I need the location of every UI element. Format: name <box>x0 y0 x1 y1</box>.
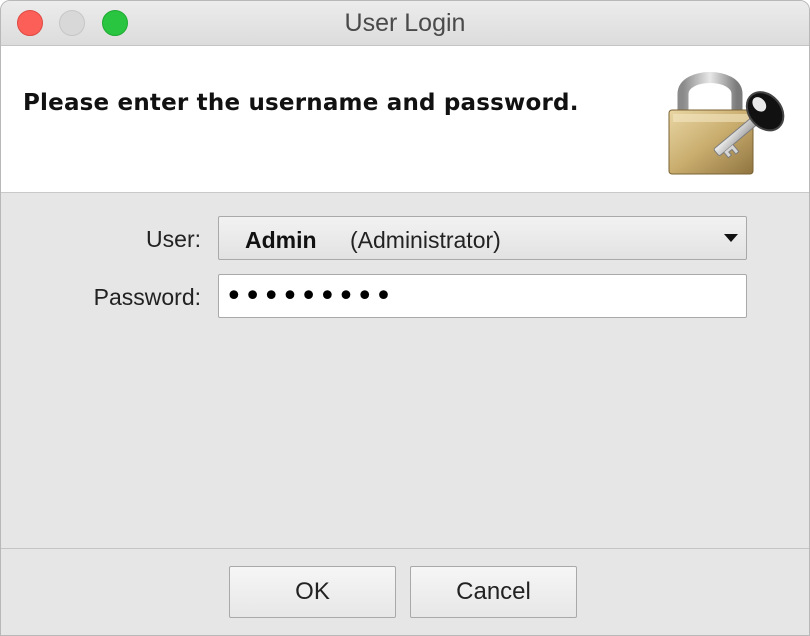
cancel-button[interactable]: Cancel <box>410 566 577 618</box>
selected-user-role: (Administrator) <box>350 227 501 253</box>
footer-divider <box>1 548 809 549</box>
selected-user-name: Admin <box>245 227 317 253</box>
dialog-header: Please enter the username and password. <box>1 46 809 193</box>
title-bar[interactable]: User Login <box>1 1 809 46</box>
instruction-text: Please enter the username and password. <box>23 90 579 116</box>
password-label: Password: <box>93 284 201 310</box>
user-select[interactable]: Admin (Administrator) <box>218 216 747 260</box>
ok-button[interactable]: OK <box>229 566 396 618</box>
chevron-down-icon <box>724 234 738 242</box>
user-label: User: <box>146 226 201 252</box>
window-title: User Login <box>344 9 466 37</box>
password-field[interactable] <box>218 274 747 318</box>
login-dialog: User Login Please enter the username and… <box>0 0 810 636</box>
lock-key-icon <box>668 72 785 175</box>
